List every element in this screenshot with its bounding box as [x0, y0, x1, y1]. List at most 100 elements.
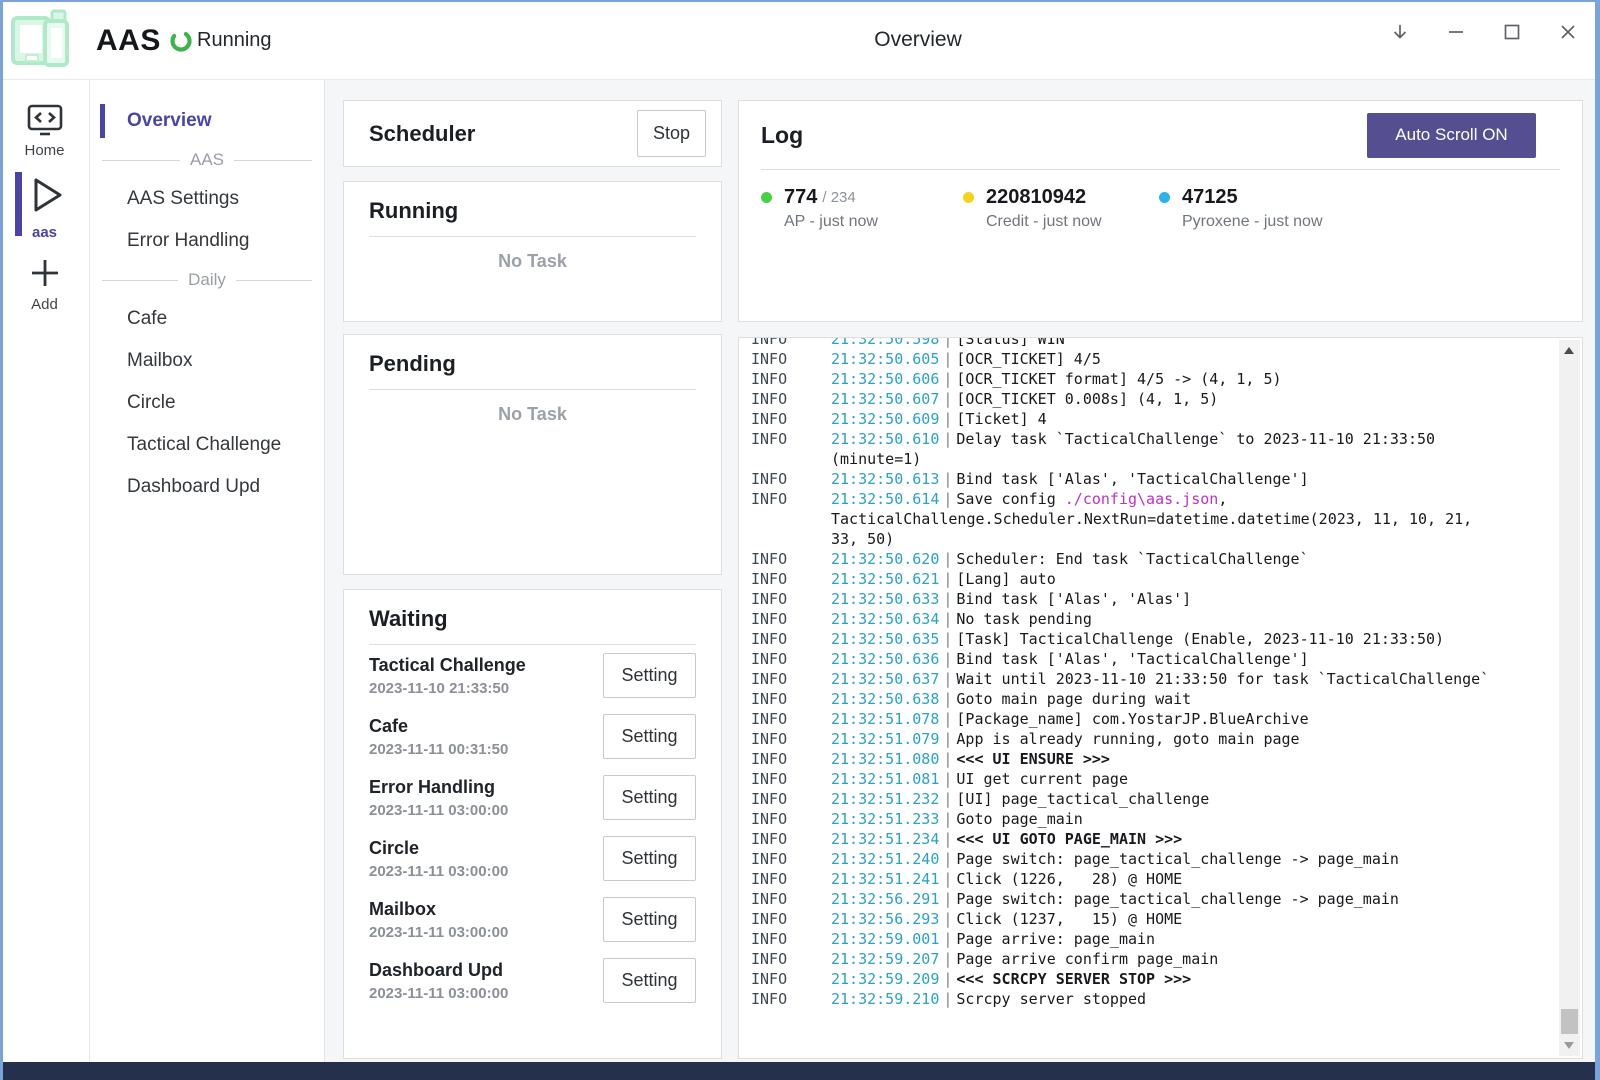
log-line: INFO21:32:50.614|Save config ./config\aa…: [751, 489, 1501, 549]
waiting-task-setting-button[interactable]: Setting: [603, 775, 696, 820]
log-level: INFO: [751, 489, 787, 509]
log-line: INFO21:32:59.001|Page arrive: page_main: [751, 929, 1501, 949]
sidebar-item-tactical-challenge[interactable]: Tactical Challenge: [90, 424, 324, 466]
log-pipe-icon: |: [943, 970, 952, 988]
log-message: Page arrive: page_main: [956, 930, 1155, 948]
waiting-task-list: Tactical Challenge2023-11-10 21:33:50Set…: [369, 645, 696, 1011]
log-line: INFO21:32:50.633|Bind task ['Alas', 'Ala…: [751, 589, 1501, 609]
download-button[interactable]: [1380, 12, 1420, 52]
log-level: INFO: [751, 349, 787, 369]
running-panel: Running No Task: [343, 181, 722, 322]
log-timestamp: 21:32:56.291: [831, 890, 939, 908]
log-message: UI get current page: [956, 770, 1128, 788]
scrollbar-track[interactable]: [1559, 340, 1580, 1056]
download-icon: [1389, 21, 1411, 43]
waiting-task-row: Mailbox2023-11-11 03:00:00Setting: [369, 889, 696, 950]
scroll-up-arrow-icon[interactable]: [1564, 347, 1574, 354]
log-line: INFO21:32:50.598|[Status] WIN: [751, 337, 1501, 349]
log-message: [OCR_TICKET] 4/5: [956, 350, 1101, 368]
log-pipe-icon: |: [943, 610, 952, 628]
sidebar-item-mailbox[interactable]: Mailbox: [90, 340, 324, 382]
sidebar-section-label: AAS: [190, 150, 224, 170]
log-timestamp: 21:32:50.609: [831, 410, 939, 428]
waiting-task-setting-button[interactable]: Setting: [603, 714, 696, 759]
log-level: INFO: [751, 589, 787, 609]
scheduler-stop-button[interactable]: Stop: [637, 110, 706, 157]
scroll-down-arrow-icon[interactable]: [1564, 1042, 1574, 1049]
log-pipe-icon: |: [943, 710, 952, 728]
waiting-task-time: 2023-11-10 21:33:50: [369, 679, 603, 699]
rail-item-add[interactable]: Add: [0, 254, 89, 313]
waiting-task-name: Tactical Challenge: [369, 653, 603, 677]
log-timestamp: 21:32:51.080: [831, 750, 939, 768]
waiting-task-setting-button[interactable]: Setting: [603, 958, 696, 1003]
log-pipe-icon: |: [943, 570, 952, 588]
log-level: INFO: [751, 549, 787, 569]
sidebar-item-aas-settings[interactable]: AAS Settings: [90, 178, 324, 220]
log-timestamp: 21:32:50.635: [831, 630, 939, 648]
log-timestamp: 21:32:51.241: [831, 870, 939, 888]
log-timestamp: 21:32:50.621: [831, 570, 939, 588]
waiting-task-time: 2023-11-11 03:00:00: [369, 801, 603, 821]
log-message: <<< UI ENSURE >>>: [956, 750, 1110, 768]
sidebar-item-error-handling[interactable]: Error Handling: [90, 220, 324, 262]
waiting-task-setting-button[interactable]: Setting: [603, 897, 696, 942]
log-level: INFO: [751, 969, 787, 989]
sidebar-item-circle[interactable]: Circle: [90, 382, 324, 424]
minimize-button[interactable]: [1436, 12, 1476, 52]
divider: [369, 389, 696, 390]
log-timestamp: 21:32:51.233: [831, 810, 939, 828]
waiting-task-info: Dashboard Upd2023-11-11 03:00:00: [369, 958, 603, 1004]
log-level: INFO: [751, 789, 787, 809]
log-level: INFO: [751, 749, 787, 769]
log-line: INFO21:32:51.080|<<< UI ENSURE >>>: [751, 749, 1501, 769]
sidebar-active-indicator: [100, 104, 105, 138]
log-timestamp: 21:32:51.234: [831, 830, 939, 848]
waiting-task-setting-button[interactable]: Setting: [603, 836, 696, 881]
log-line: INFO21:32:50.637|Wait until 2023-11-10 2…: [751, 669, 1501, 689]
log-level: INFO: [751, 629, 787, 649]
app-logo-icon: [8, 7, 74, 73]
log-level: INFO: [751, 809, 787, 829]
rail-item-aas[interactable]: aas: [0, 170, 89, 241]
close-button[interactable]: [1548, 12, 1588, 52]
log-message: Click (1226, 28) @ HOME: [956, 870, 1182, 888]
log-timestamp: 21:32:50.636: [831, 650, 939, 668]
log-pipe-icon: |: [943, 490, 952, 508]
sidebar-item-overview[interactable]: Overview: [90, 102, 324, 142]
log-line: INFO21:32:51.079|App is already running,…: [751, 729, 1501, 749]
log-message: [Task] TacticalChallenge (Enable, 2023-1…: [956, 630, 1444, 648]
log-line: INFO21:32:50.606|[OCR_TICKET format] 4/5…: [751, 369, 1501, 389]
code-monitor-icon: [25, 102, 65, 138]
waiting-title: Waiting: [369, 606, 696, 632]
log-timestamp: 21:32:50.633: [831, 590, 939, 608]
log-message: Click (1237, 15) @ HOME: [956, 910, 1182, 928]
log-message: [Ticket] 4: [956, 410, 1046, 428]
log-message: <<< UI GOTO PAGE_MAIN >>>: [956, 830, 1182, 848]
log-pipe-icon: |: [943, 470, 952, 488]
maximize-button[interactable]: [1492, 12, 1532, 52]
waiting-task-time: 2023-11-11 00:31:50: [369, 740, 603, 760]
running-title: Running: [369, 198, 696, 224]
sidebar-item-dashboard-upd[interactable]: Dashboard Upd: [90, 466, 324, 508]
sidebar-item-cafe[interactable]: Cafe: [90, 298, 324, 340]
auto-scroll-button[interactable]: Auto Scroll ON: [1367, 113, 1536, 158]
waiting-task-info: Tactical Challenge2023-11-10 21:33:50: [369, 653, 603, 699]
rail-item-home[interactable]: Home: [0, 102, 89, 159]
scrollbar-thumb[interactable]: [1561, 1009, 1578, 1034]
log-pipe-icon: |: [943, 550, 952, 568]
plus-icon: [26, 254, 64, 292]
log-timestamp: 21:32:50.605: [831, 350, 939, 368]
waiting-task-setting-button[interactable]: Setting: [603, 653, 696, 698]
log-level: INFO: [751, 389, 787, 409]
waiting-task-info: Mailbox2023-11-11 03:00:00: [369, 897, 603, 943]
waiting-task-row: Tactical Challenge2023-11-10 21:33:50Set…: [369, 645, 696, 706]
stat-dot-icon: [963, 192, 974, 203]
running-empty-label: No Task: [369, 251, 696, 272]
stat-label: AP - just now: [784, 213, 963, 231]
log-level: INFO: [751, 609, 787, 629]
divider-line: [236, 280, 312, 281]
waiting-task-time: 2023-11-11 03:00:00: [369, 923, 603, 943]
pending-panel: Pending No Task: [343, 334, 722, 575]
log-message: Goto main page during wait: [956, 690, 1191, 708]
